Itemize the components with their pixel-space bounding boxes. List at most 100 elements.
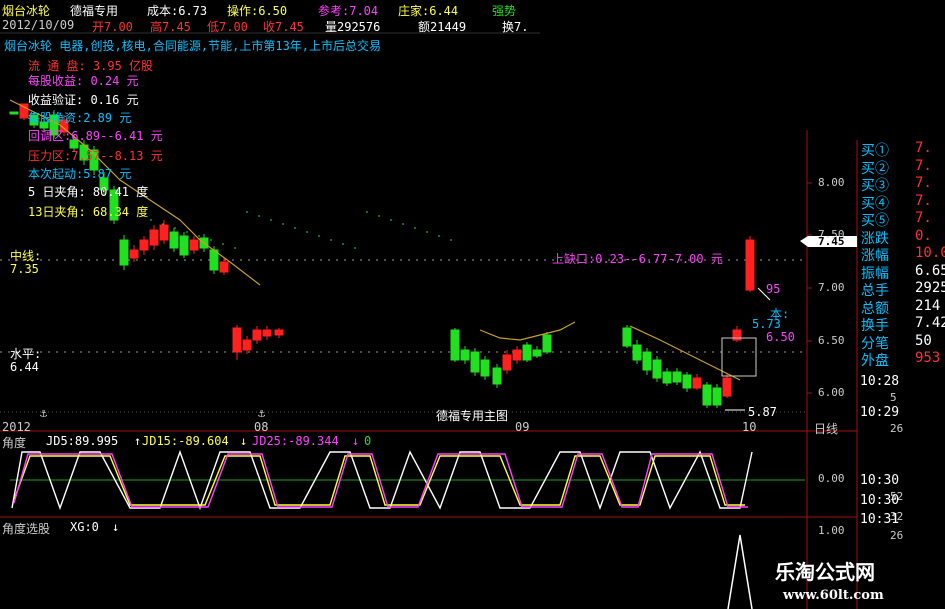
candle-body (149, 229, 159, 246)
candle-body (532, 349, 542, 357)
candle-body (712, 387, 722, 406)
stock-name: 烟台冰轮 (2, 4, 51, 18)
candle-body (139, 239, 149, 251)
marker-573: 5.73 (752, 317, 781, 331)
x-axis-label: 2012 (2, 420, 31, 434)
rise-line: 本次起动:5.87 元 (28, 167, 132, 181)
reference-value: 参考:7.04 (318, 4, 379, 18)
tick-time: 10:31 (860, 512, 900, 527)
close-value: 收7.45 (263, 20, 304, 34)
nav-line: 每股净资:2.89 元 (28, 111, 132, 125)
candle-body (652, 359, 662, 379)
chart-canvas (0, 32, 858, 609)
candle-body (262, 329, 272, 337)
quote-row: 分笔 50 (857, 332, 945, 352)
candle-body (672, 371, 682, 383)
quote-row: 买④ 7. (857, 192, 945, 212)
main-chart-title: 德福专用主图 (436, 409, 509, 423)
candle-body (169, 231, 179, 249)
turnover-value: 换7. (502, 20, 529, 34)
candle-body (702, 384, 712, 406)
down-arrow-icon: ↓ (352, 434, 360, 448)
indicator2-axis-label: 1.00 (818, 524, 845, 537)
indicator2-title: 角度选股 (2, 522, 51, 536)
quote-row: 振幅 6.65 (857, 263, 945, 282)
dealer-value: 庄家:6.44 (398, 4, 459, 18)
candle-body (129, 249, 139, 259)
candle-body (622, 327, 632, 347)
candle-body (692, 377, 702, 389)
candle-body (450, 329, 460, 361)
price-axis-label: 7.00 (818, 281, 845, 294)
quote-row-value: 7. (915, 157, 932, 174)
xg-value: XG:0 (70, 520, 99, 534)
angle13-line: 13日夹角: 68.34 度 (28, 205, 149, 219)
marker-650: 6.50 (766, 330, 795, 344)
quote-row-value: 10.0 (915, 245, 945, 261)
candle-body (480, 359, 490, 377)
quote-row-value: 2925 (915, 280, 945, 296)
tick-time: 10:30 (860, 493, 900, 508)
quote-row-label: 外盘 (861, 353, 889, 369)
period-label[interactable]: 日线 (814, 420, 838, 437)
jd25-value: JD25:-89.344 (252, 434, 339, 448)
x-axis-label: 08 (254, 420, 269, 434)
watermark-url: www.60lt.com (783, 588, 884, 603)
candle-body (242, 339, 252, 351)
quote-row: 买② 7. (857, 157, 945, 177)
mid-line-value: 7.35 (10, 262, 39, 276)
quote-row-value: 953 (915, 350, 941, 366)
quote-row-value: 7. (915, 175, 932, 191)
down-arrow-icon: ↓ (112, 520, 120, 534)
quote-row: 买③ 7. (857, 175, 945, 194)
indicator1-title: 角度 (2, 436, 27, 450)
candle-body (232, 327, 242, 353)
current-price-tag: 7.45 (818, 235, 845, 248)
quote-row-value: 214 (915, 297, 941, 314)
candle-body (189, 239, 199, 251)
pullback-line: 回调区:6.89--6.41 元 (28, 129, 163, 143)
quote-row: 涨跌 0. (857, 228, 945, 247)
amount-value: 额21449 (418, 20, 467, 34)
level-value: 6.44 (10, 360, 39, 374)
eps-line: 每股收益: 0.24 元 (28, 74, 139, 88)
tick-time: 10:30 (860, 473, 900, 488)
date-value: 2012/10/09 (2, 18, 75, 32)
gap-box (721, 337, 757, 377)
quote-row: 买⑤ 7. (857, 210, 945, 229)
tick-count: 26 (890, 529, 904, 542)
quote-row-value: 7.42 (915, 315, 945, 331)
candle-body (179, 235, 189, 256)
candle-body (470, 351, 480, 373)
gap-label: 上缺口:0.23--6.77-7.00 元 (552, 252, 723, 266)
operate-value: 操作:6.50 (227, 4, 288, 18)
ma-line (479, 321, 576, 341)
candle-body (252, 329, 262, 341)
x-axis-label: 10 (742, 420, 757, 434)
tick-count: 5 (890, 391, 897, 404)
candle-body (502, 354, 512, 371)
jd15-value: JD15:-89.604 (142, 434, 229, 448)
marker-95: 95 (766, 282, 781, 296)
anchor-icon: ⚓ (258, 406, 266, 420)
candle-body (460, 349, 470, 361)
candle-body (119, 239, 129, 266)
candle-body (522, 344, 532, 361)
angle5-line: 5 日夹角: 80.41 度 (28, 185, 149, 199)
jd5-value: JD5:89.995 (46, 434, 119, 448)
quote-row-value: 7. (915, 210, 932, 226)
candle-body (542, 334, 552, 353)
quote-row-value: 7. (915, 140, 932, 156)
candle-body (159, 224, 169, 241)
tick-time: 10:28 (860, 374, 900, 389)
candle-body (9, 111, 19, 115)
quote-row: 买① 7. (857, 140, 945, 159)
candle-body (274, 329, 284, 336)
quote-row-value: 50 (915, 332, 932, 349)
xg-spike (727, 534, 753, 609)
tick-count: 26 (890, 422, 904, 435)
high-value: 高7.45 (150, 20, 191, 34)
quote-row: 外盘 953 (857, 350, 945, 369)
strong-label: 强势 (492, 4, 517, 18)
quote-row-value: 7. (915, 192, 932, 209)
